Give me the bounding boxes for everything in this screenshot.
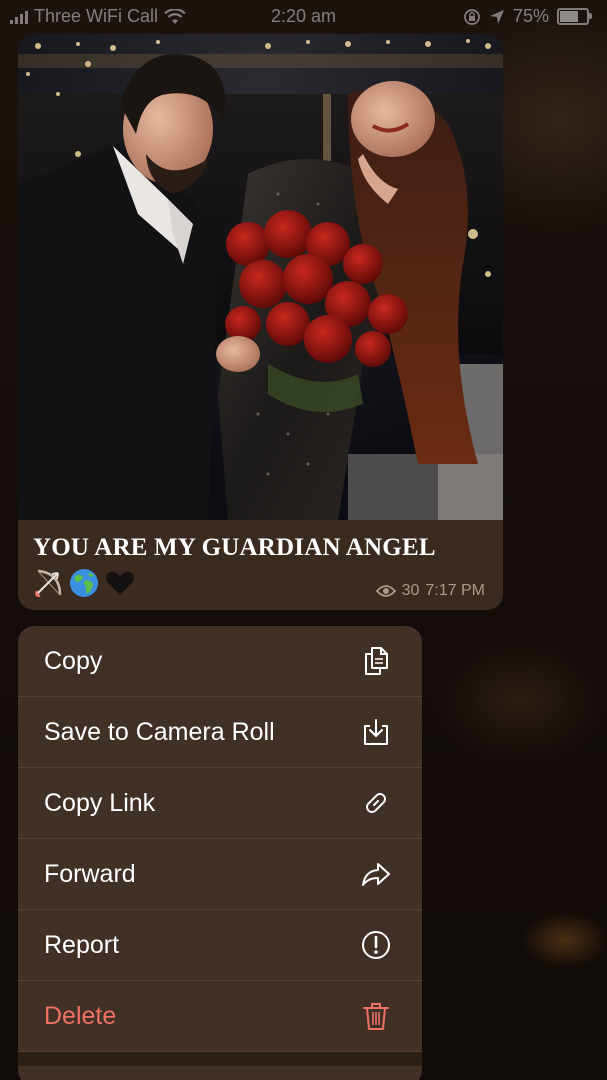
battery-percent: 75% — [512, 6, 549, 26]
menu-divider — [18, 1052, 422, 1066]
menu-item-label: Delete — [44, 1001, 117, 1030]
screen: Three WiFi Call 2:20 am 75% YOU ARE MY G… — [0, 0, 607, 1080]
caption-emoji-row — [32, 567, 136, 599]
battery-icon — [557, 8, 592, 25]
link-icon — [366, 793, 386, 813]
save-download-icon — [364, 719, 388, 745]
menu-item-report[interactable]: Report — [18, 910, 422, 981]
menu-item-copy[interactable]: Copy — [18, 626, 422, 697]
menu-item-label: Report — [44, 930, 120, 959]
globe-icon — [68, 567, 100, 599]
context-menu: Copy Save to Camera Roll Copy Link Forwa… — [18, 626, 422, 1080]
caption-title: YOU ARE MY GUARDIAN ANGEL — [33, 534, 436, 561]
message-meta: 30 7:17 PM — [375, 582, 485, 600]
menu-item-save-to-camera-roll[interactable]: Save to Camera Roll — [18, 697, 422, 768]
menu-item-forward[interactable]: Forward — [18, 839, 422, 910]
status-right: 75% — [463, 6, 592, 27]
black-heart-icon — [104, 567, 136, 599]
message-time: 7:17 PM — [425, 582, 485, 599]
status-bar: Three WiFi Call 2:20 am 75% — [0, 0, 607, 34]
menu-item-label: Save to Camera Roll — [44, 717, 275, 746]
menu-item-label: Copy Link — [44, 788, 156, 817]
menu-item-copy-link[interactable]: Copy Link — [18, 768, 422, 839]
report-exclamation-icon — [362, 931, 390, 959]
copy-icon — [365, 647, 388, 675]
view-count: 30 — [401, 582, 420, 599]
bow-and-arrow-icon — [32, 567, 64, 599]
forward-arrow-icon — [362, 863, 390, 886]
trash-icon — [363, 1003, 389, 1030]
views-eye-icon — [375, 585, 396, 597]
message-photo[interactable] — [18, 34, 503, 520]
message-bubble[interactable]: YOU ARE MY GUARDIAN ANGEL 30 7:17 PM — [18, 34, 503, 610]
menu-item-delete[interactable]: Delete — [18, 981, 422, 1052]
orientation-lock-icon — [464, 8, 480, 25]
photo-couple-roses — [18, 34, 503, 520]
location-icon — [489, 9, 504, 24]
menu-item-label: Forward — [44, 859, 136, 888]
menu-item-label: Copy — [44, 646, 103, 675]
